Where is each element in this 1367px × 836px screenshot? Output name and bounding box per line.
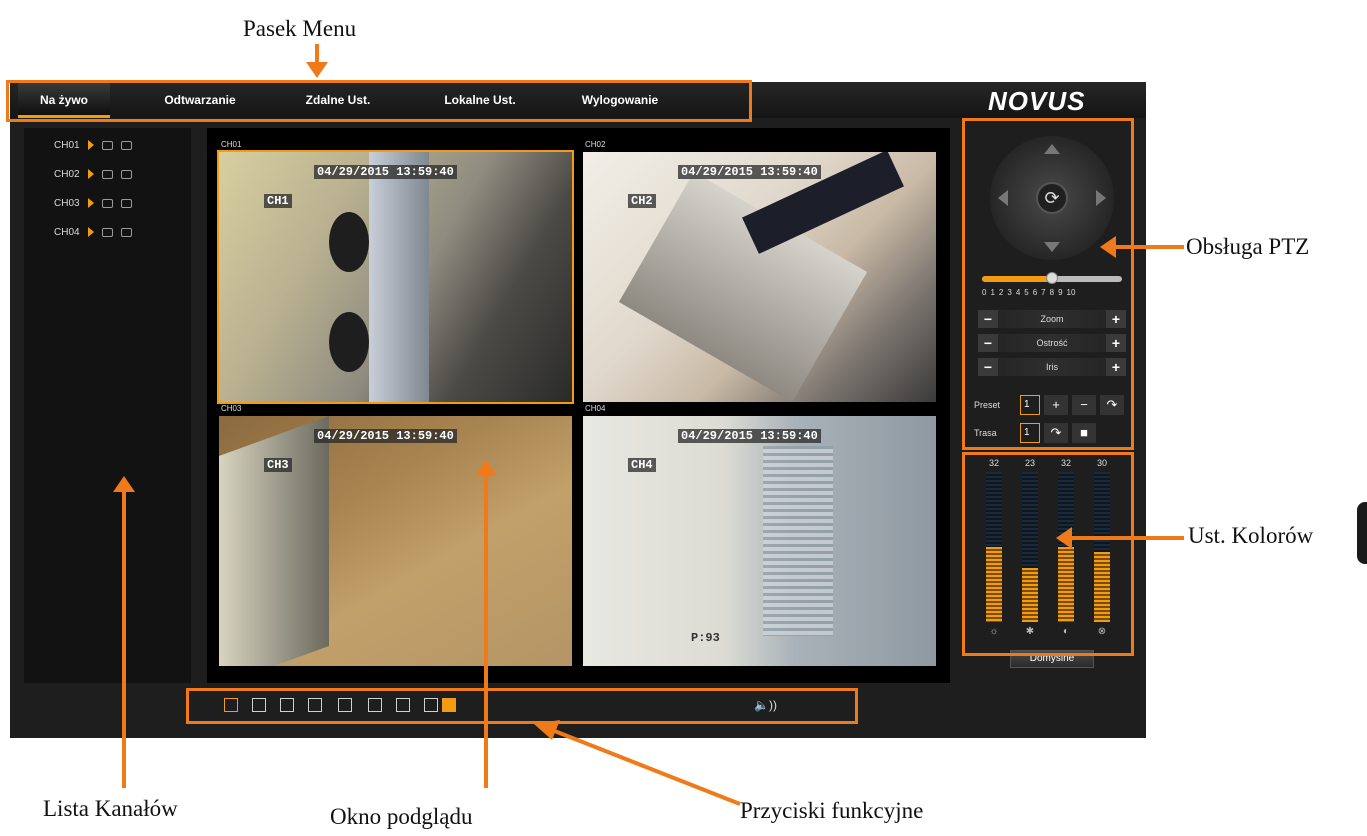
snapshot-icon[interactable] [120, 227, 132, 237]
highlight-colors [962, 452, 1134, 656]
video-cell-ch02[interactable]: CH02 04/29/2015 13:59:40 CH2 [583, 139, 939, 402]
cell-label: CH02 [585, 140, 606, 149]
callout-colors: Ust. Kolorów [1188, 523, 1314, 548]
arrow-colors-shaft [1070, 536, 1184, 540]
highlight-toolbar [186, 688, 858, 724]
channel-row[interactable]: CH02 [54, 167, 132, 181]
timestamp-osd: 04/29/2015 13:59:40 [314, 165, 457, 179]
channel-osd: CH2 [628, 194, 656, 208]
camera-feed[interactable]: 04/29/2015 13:59:40 CH3 [219, 416, 572, 666]
arrow-preview-head [475, 460, 497, 476]
record-icon[interactable] [101, 198, 113, 208]
play-icon[interactable] [87, 198, 94, 208]
arrow-toolbar [534, 720, 741, 806]
arrow-channels-head [113, 476, 135, 492]
arrow-menu-head [306, 62, 328, 78]
partial-side-widget [1357, 502, 1367, 564]
record-icon[interactable] [101, 227, 113, 237]
channel-list: CH01 CH02 CH03 CH04 [24, 128, 191, 683]
arrow-menu-shaft [315, 44, 319, 64]
timestamp-osd: 04/29/2015 13:59:40 [314, 429, 457, 443]
arrow-ptz-shaft [1114, 245, 1184, 249]
timestamp-osd: 04/29/2015 13:59:40 [678, 429, 821, 443]
arrow-preview-shaft [484, 474, 488, 788]
play-icon[interactable] [87, 140, 94, 150]
channel-label: CH02 [54, 168, 80, 180]
highlight-menu-bar [6, 80, 752, 122]
channel-label: CH03 [54, 197, 80, 209]
channel-osd: CH1 [264, 194, 292, 208]
record-icon[interactable] [101, 169, 113, 179]
video-cell-ch01[interactable]: CH01 04/29/2015 13:59:40 CH1 [217, 139, 575, 404]
callout-ptz: Obsługa PTZ [1186, 234, 1310, 259]
snapshot-icon[interactable] [120, 140, 132, 150]
channel-row[interactable]: CH04 [54, 225, 132, 239]
callout-preview: Okno podglądu [330, 804, 473, 829]
timestamp-osd: 04/29/2015 13:59:40 [678, 165, 821, 179]
channel-row[interactable]: CH03 [54, 196, 132, 210]
camera-feed[interactable]: 04/29/2015 13:59:40 CH2 [583, 152, 936, 402]
play-icon[interactable] [87, 169, 94, 179]
snapshot-icon[interactable] [120, 169, 132, 179]
callout-function-buttons: Przyciski funkcyjne [740, 798, 924, 823]
cell-label: CH04 [585, 404, 606, 413]
callout-menu-bar: Pasek Menu [243, 16, 357, 41]
play-icon[interactable] [87, 227, 94, 237]
cell-label: CH03 [221, 404, 242, 413]
highlight-ptz [962, 118, 1134, 450]
record-icon[interactable] [101, 140, 113, 150]
arrow-colors-head [1056, 527, 1072, 549]
camera-feed[interactable]: 04/29/2015 13:59:40 CH1 [217, 150, 574, 404]
camera-feed[interactable]: 04/29/2015 13:59:40 CH4 P:93 [583, 416, 936, 666]
preset-osd: P:93 [691, 631, 720, 645]
channel-label: CH04 [54, 226, 80, 238]
snapshot-icon[interactable] [120, 198, 132, 208]
channel-row[interactable]: CH01 [54, 138, 132, 152]
cell-label: CH01 [221, 140, 242, 149]
video-cell-ch04[interactable]: CH04 04/29/2015 13:59:40 CH4 P:93 [583, 403, 939, 666]
arrow-channels-shaft [122, 490, 126, 788]
novus-logo: NOVUS [988, 86, 1086, 116]
callout-channel-list: Lista Kanałów [43, 796, 178, 821]
channel-osd: CH3 [264, 458, 292, 472]
channel-osd: CH4 [628, 458, 656, 472]
video-cell-ch03[interactable]: CH03 04/29/2015 13:59:40 CH3 [219, 403, 575, 666]
arrow-ptz-head [1100, 236, 1116, 258]
channel-label: CH01 [54, 139, 80, 151]
preview-window: CH01 04/29/2015 13:59:40 CH1 CH02 04/29/… [207, 128, 950, 683]
